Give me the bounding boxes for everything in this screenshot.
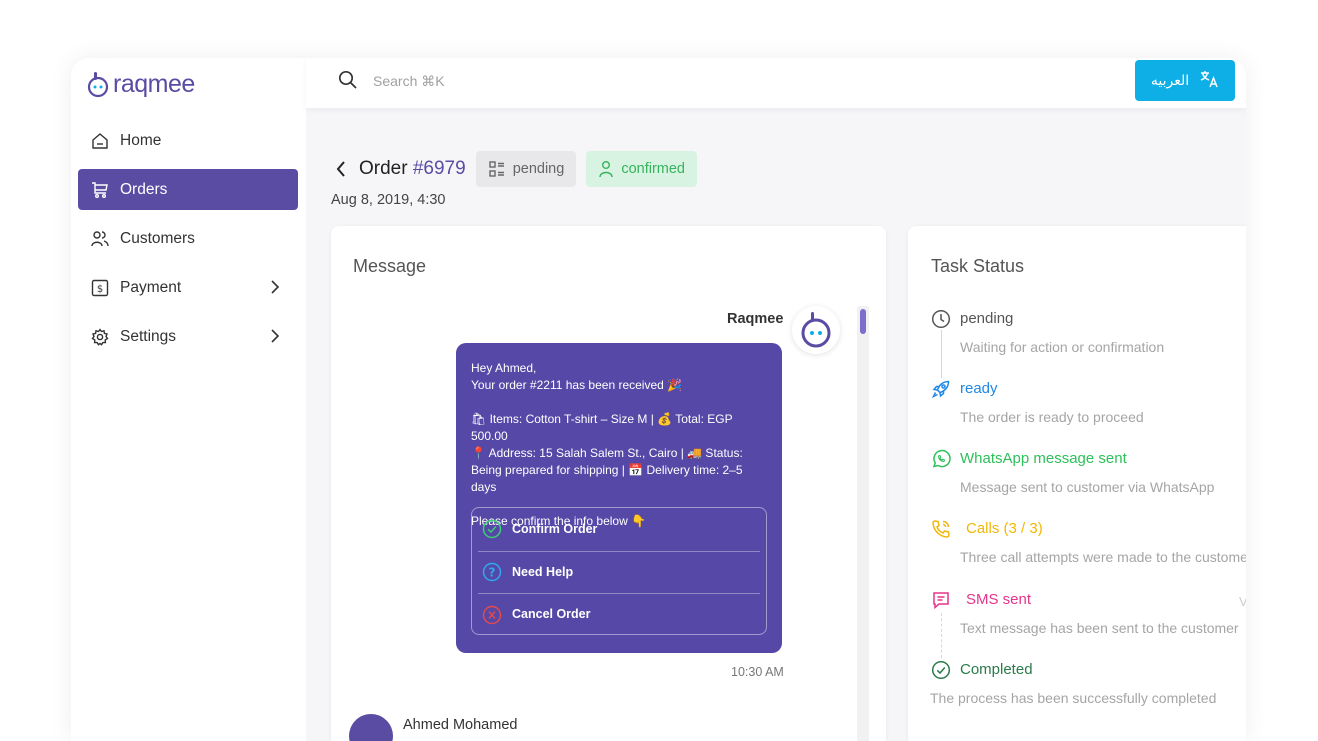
- cancel-order-button[interactable]: Cancel Order: [478, 593, 760, 636]
- raqmee-logo-icon: [87, 71, 109, 97]
- search-input[interactable]: [373, 71, 773, 91]
- users-icon: [90, 229, 110, 249]
- need-help-button[interactable]: ? Need Help: [478, 550, 760, 594]
- order-number: #6979: [412, 158, 466, 179]
- order-header: Order #6979 pending confirmed: [335, 151, 697, 187]
- language-label: العربيه: [1150, 72, 1190, 89]
- check-circle-icon: [930, 659, 952, 681]
- message-timestamp: 10:30 AM: [731, 665, 784, 679]
- task-label: ready: [960, 380, 998, 397]
- action-label: Cancel Order: [512, 607, 591, 622]
- timeline-line: [941, 330, 942, 378]
- message-scrollbar[interactable]: [857, 306, 869, 741]
- task-description: Three call attempts were made to the cus…: [960, 549, 1246, 565]
- logo[interactable]: raqmee: [87, 70, 195, 99]
- status-badge-label: confirmed: [621, 161, 685, 177]
- action-label: Confirm Order: [512, 521, 598, 536]
- sidebar-nav: Home Orders Customers $ Payment Settings: [78, 120, 298, 365]
- sidebar-item-label: Home: [120, 131, 162, 149]
- bot-avatar: [792, 306, 840, 354]
- sidebar-item-home[interactable]: Home: [78, 120, 298, 161]
- bubble-greeting: Hey Ahmed,: [471, 361, 537, 375]
- task-status-card: Task Status pending Waiting for action o…: [908, 226, 1246, 741]
- rocket-icon: [930, 378, 952, 400]
- logo-text: raqmee: [113, 70, 195, 98]
- top-bar: العربيه: [306, 58, 1246, 108]
- sidebar-item-label: Settings: [120, 327, 177, 345]
- app-window: raqmee Home Orders Customers $ Payment S…: [71, 58, 1246, 741]
- raqmee-bot-icon: [801, 312, 831, 348]
- language-toggle-button[interactable]: العربيه: [1135, 60, 1235, 101]
- task-description: The process has been successfully comple…: [930, 690, 1217, 706]
- sidebar-item-settings[interactable]: Settings: [78, 316, 298, 357]
- bubble-line: 📍 Address: 15 Salah Salem St., Cairo | 🚚…: [471, 446, 743, 494]
- sidebar-item-customers[interactable]: Customers: [78, 218, 298, 259]
- quick-reply-actions: Confirm Order ? Need Help Cancel Order: [471, 507, 767, 635]
- x-circle-icon: [482, 605, 502, 625]
- message-bubble: Hey Ahmed, Your order #2211 has been rec…: [456, 343, 782, 653]
- sidebar-item-label: Customers: [120, 229, 195, 247]
- status-badge-pending: pending: [475, 151, 577, 187]
- task-description: Message sent to customer via WhatsApp: [960, 479, 1215, 495]
- sms-icon: [930, 589, 952, 611]
- reply-author-name: Ahmed Mohamed: [403, 717, 518, 733]
- task-label: pending: [960, 310, 1014, 327]
- message-card: Message Raqmee Hey Ahmed, Your order #22…: [331, 226, 886, 741]
- task-description: Waiting for action or confirmation: [960, 339, 1165, 355]
- sidebar-item-label: Payment: [120, 278, 182, 296]
- sidebar: raqmee Home Orders Customers $ Payment S…: [71, 58, 306, 741]
- confirm-order-button[interactable]: Confirm Order: [472, 508, 766, 551]
- bubble-line: Your order #2211 has been received 🎉: [471, 378, 683, 392]
- sidebar-item-label: Orders: [120, 180, 168, 198]
- svg-text:?: ?: [489, 566, 496, 580]
- phone-icon: [930, 518, 952, 540]
- scrollbar-thumb[interactable]: [860, 309, 866, 334]
- check-circle-icon: [482, 519, 502, 539]
- task-label: Calls (3 / 3): [966, 520, 1043, 537]
- dollar-receipt-icon: $: [90, 278, 110, 298]
- task-label: SMS sent: [966, 591, 1032, 608]
- clock-icon: [930, 308, 952, 330]
- sender-name: Raqmee: [727, 311, 784, 327]
- status-badge-confirmed: confirmed: [586, 151, 697, 187]
- home-icon: [90, 131, 110, 151]
- chevron-right-icon: [270, 279, 280, 300]
- task-description: The order is ready to proceed: [960, 409, 1144, 425]
- user-check-icon: [599, 161, 614, 178]
- avatar: [349, 714, 393, 741]
- order-title-prefix: Order: [359, 158, 408, 179]
- checklist-icon: [489, 161, 504, 177]
- timeline-line: [941, 613, 942, 658]
- sidebar-item-payment[interactable]: $ Payment: [78, 267, 298, 308]
- task-label: WhatsApp message sent: [960, 450, 1127, 467]
- back-arrow-icon[interactable]: [335, 160, 347, 178]
- translate-icon: [1199, 69, 1219, 93]
- bubble-line: 🛍 Items: Cotton T-shirt – Size M | 💰 Tot…: [471, 412, 733, 443]
- search-icon[interactable]: [338, 70, 358, 95]
- order-date: Aug 8, 2019, 4:30: [331, 192, 446, 208]
- task-label: Completed: [960, 661, 1033, 678]
- chevron-right-icon: [270, 328, 280, 349]
- order-title: Order #6979: [359, 158, 466, 180]
- overflow-mark: V: [1239, 594, 1246, 609]
- status-badge-label: pending: [512, 161, 565, 177]
- message-card-title: Message: [353, 256, 427, 276]
- gear-icon: [90, 327, 110, 347]
- action-label: Need Help: [512, 564, 574, 579]
- question-circle-icon: ?: [482, 562, 502, 582]
- task-description: Text message has been sent to the custom…: [960, 620, 1239, 636]
- svg-text:$: $: [97, 284, 103, 295]
- task-status-title: Task Status: [931, 256, 1025, 276]
- cart-icon: [90, 180, 110, 200]
- sidebar-item-orders[interactable]: Orders: [78, 169, 298, 210]
- whatsapp-icon: [930, 448, 952, 470]
